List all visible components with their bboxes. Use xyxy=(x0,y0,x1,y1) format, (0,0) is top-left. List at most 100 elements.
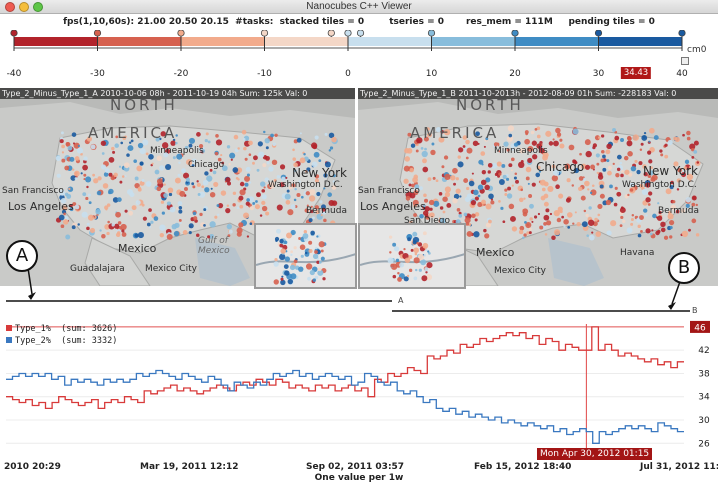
map-data-point xyxy=(647,203,651,206)
map-data-point xyxy=(431,142,435,146)
map-data-point xyxy=(77,144,80,148)
colormap-name-label[interactable]: cm0 xyxy=(687,45,706,55)
colormap-toggle-checkbox[interactable] xyxy=(681,57,689,65)
map-data-point xyxy=(244,182,249,187)
map-data-point xyxy=(178,209,183,214)
colormap-segment[interactable] xyxy=(14,37,98,46)
window-titlebar: Nanocubes C++ Viewer xyxy=(0,0,718,14)
map-data-point xyxy=(592,146,596,150)
map-data-point xyxy=(124,175,127,178)
map-data-point xyxy=(607,165,612,170)
map-data-point xyxy=(639,215,644,220)
map-data-point xyxy=(120,223,127,231)
map-data-point xyxy=(630,222,634,226)
map-data-point xyxy=(655,230,660,236)
legend-item-type2[interactable]: Type_2% (sum: 3332) xyxy=(6,336,117,346)
map-data-point xyxy=(205,132,209,136)
map-data-point xyxy=(115,211,121,218)
map-data-point xyxy=(60,224,65,229)
map-data-point xyxy=(215,139,223,146)
colormap-bar[interactable] xyxy=(0,30,718,70)
map-data-point xyxy=(574,211,577,214)
map-data-point xyxy=(261,194,267,200)
colormap-knob[interactable] xyxy=(344,30,352,37)
map-data-point xyxy=(71,132,77,137)
map-data-point xyxy=(602,167,607,172)
map-data-point xyxy=(547,185,554,193)
map-right-zoom-inset xyxy=(358,223,466,289)
map-data-point xyxy=(192,185,196,189)
map-data-point xyxy=(686,130,691,136)
map-data-point xyxy=(423,193,427,198)
map-data-point xyxy=(502,174,507,180)
map-data-point xyxy=(258,151,265,158)
legend-type2-name: Type_2% xyxy=(15,336,51,346)
map-data-point xyxy=(249,206,254,211)
map-data-point xyxy=(390,263,395,268)
map-data-point xyxy=(596,162,600,166)
map-data-point xyxy=(327,192,332,197)
y-tick-label: 26 xyxy=(698,439,710,449)
map-data-point xyxy=(156,186,162,192)
map-data-point xyxy=(324,132,328,136)
legend-item-type1[interactable]: Type_1% (sum: 3626) xyxy=(6,324,117,334)
colormap-knob[interactable] xyxy=(93,30,102,37)
map-data-point xyxy=(129,192,135,198)
colormap-knob[interactable] xyxy=(678,30,686,37)
colormap-knob[interactable] xyxy=(177,30,185,37)
colormap-knob[interactable] xyxy=(10,30,18,37)
map-data-point xyxy=(487,162,493,168)
map-data-point xyxy=(392,242,397,247)
map-data-point xyxy=(669,235,673,239)
map-data-point xyxy=(681,230,689,238)
map-data-point xyxy=(317,267,322,272)
map-data-point xyxy=(174,177,181,184)
map-left-label-san-francisco: San Francisco xyxy=(2,186,64,196)
map-right-label-america: AMERICA xyxy=(410,124,500,142)
map-data-point xyxy=(230,158,233,161)
map-data-point xyxy=(413,257,420,264)
map-data-point xyxy=(227,181,232,186)
map-right-label-washington: Washington D.C. xyxy=(622,180,697,190)
colormap-knob[interactable] xyxy=(260,30,269,37)
map-data-point xyxy=(266,161,270,165)
map-data-point xyxy=(241,129,247,135)
map-data-point xyxy=(613,197,617,200)
map-data-point xyxy=(466,231,473,237)
map-left-label-washington: Washington D.C. xyxy=(268,180,343,190)
map-data-point xyxy=(421,275,428,282)
map-data-point xyxy=(274,133,278,138)
colormap-segment[interactable] xyxy=(348,37,432,46)
map-data-point xyxy=(619,161,623,165)
map-data-point xyxy=(220,154,223,157)
colormap-knob[interactable] xyxy=(511,30,519,37)
map-data-point xyxy=(168,192,173,197)
map-data-point xyxy=(316,235,319,238)
map-data-point xyxy=(427,177,432,182)
colormap-knob[interactable] xyxy=(427,30,436,37)
map-data-point xyxy=(163,183,166,186)
map-data-point xyxy=(595,231,602,237)
colormap-segment[interactable] xyxy=(97,37,182,46)
colormap-knob[interactable] xyxy=(327,30,335,37)
colormap-segment[interactable] xyxy=(431,37,516,46)
colormap-segment[interactable] xyxy=(598,37,683,46)
map-data-point xyxy=(290,273,297,280)
colormap-tick-label: 0 xyxy=(345,69,351,79)
map-data-point xyxy=(559,138,563,142)
map-data-point xyxy=(292,148,295,152)
colormap-segment[interactable] xyxy=(264,37,349,46)
map-data-point xyxy=(228,163,231,166)
map-data-point xyxy=(65,234,71,240)
colormap-segment[interactable] xyxy=(515,37,599,46)
map-data-point xyxy=(446,203,452,208)
map-data-point xyxy=(522,236,525,240)
map-data-point xyxy=(120,141,124,145)
colormap-knob[interactable] xyxy=(356,30,365,37)
map-data-point xyxy=(507,186,512,191)
map-data-point xyxy=(312,278,317,282)
map-data-point xyxy=(318,241,325,248)
colormap-knob[interactable] xyxy=(594,30,603,37)
colormap-segment[interactable] xyxy=(181,37,265,46)
map-data-point xyxy=(134,176,139,181)
